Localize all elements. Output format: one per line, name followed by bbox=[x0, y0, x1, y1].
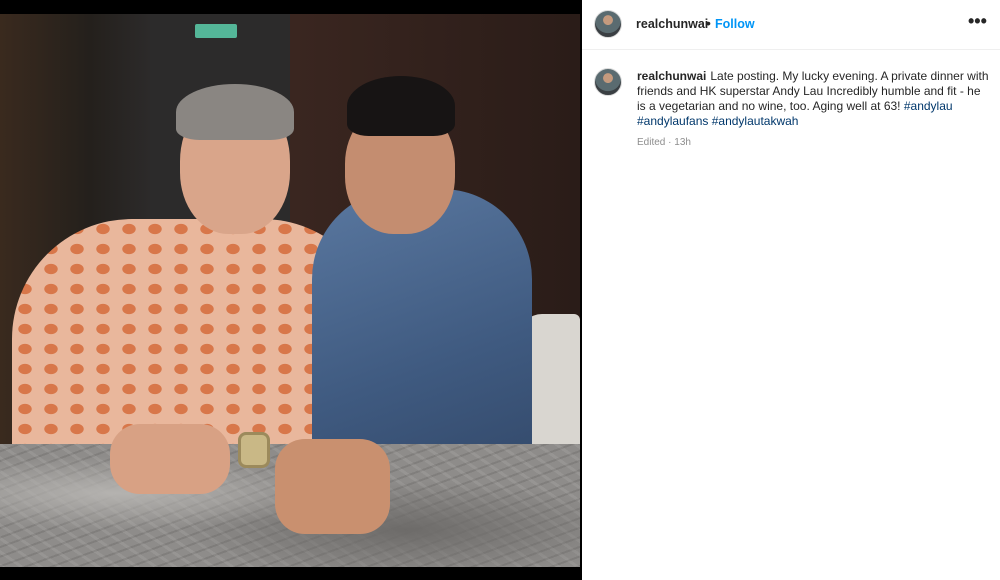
header-username[interactable]: realchunwai bbox=[636, 17, 708, 31]
post-info-panel: realchunwai • Follow ••• realchunwai Late… bbox=[582, 0, 1000, 580]
person-left-hair bbox=[176, 84, 294, 140]
post-meta: Edited · 13h bbox=[637, 137, 691, 148]
person-right-hair bbox=[347, 76, 455, 136]
profile-avatar-icon[interactable] bbox=[594, 10, 622, 38]
profile-avatar-icon[interactable] bbox=[594, 68, 622, 96]
person-left-hands bbox=[110, 424, 230, 494]
post-timestamp[interactable]: 13h bbox=[674, 137, 691, 148]
post-caption: realchunwai Late posting. My lucky evenin… bbox=[637, 69, 992, 129]
post-header: realchunwai • Follow ••• bbox=[582, 0, 1000, 50]
more-options-icon[interactable]: ••• bbox=[968, 11, 987, 32]
meta-separator: · bbox=[668, 137, 672, 148]
separator-dot: • bbox=[706, 15, 711, 31]
edited-label: Edited bbox=[637, 137, 666, 148]
person-right-jacket bbox=[312, 189, 532, 479]
post-photo[interactable] bbox=[0, 14, 580, 567]
instagram-post-modal: realchunwai • Follow ••• realchunwai Late… bbox=[0, 0, 1000, 580]
wristwatch bbox=[238, 432, 270, 468]
caption-username[interactable]: realchunwai bbox=[637, 69, 706, 83]
hashtag-link[interactable]: #andylau bbox=[904, 99, 953, 113]
hashtag-link[interactable]: #andylaufans bbox=[637, 114, 708, 128]
exit-sign bbox=[195, 24, 237, 38]
hashtag-link[interactable]: #andylautakwah bbox=[712, 114, 799, 128]
person-right-hand bbox=[275, 439, 390, 534]
follow-button[interactable]: Follow bbox=[715, 17, 755, 31]
